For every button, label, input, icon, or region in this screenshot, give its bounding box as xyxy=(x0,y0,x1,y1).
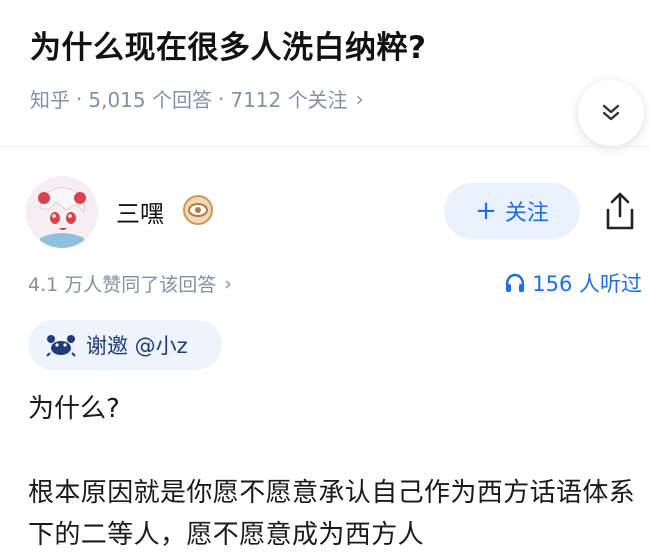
separator-dot: · xyxy=(217,86,225,111)
double-chevron-down-icon xyxy=(602,104,620,121)
separator-dot: · xyxy=(76,86,83,111)
crab-icon xyxy=(46,335,76,357)
author-name[interactable]: 三嘿 xyxy=(116,194,164,229)
invite-label: 谢邀 @小z xyxy=(86,334,188,358)
approvals-link[interactable]: 4.1 万人赞同了该回答 › xyxy=(28,270,232,297)
follow-label: 关注 xyxy=(504,201,549,226)
listen-button[interactable]: 156 人听过 xyxy=(504,268,642,298)
expand-button[interactable] xyxy=(578,80,644,146)
listeners-text: 156 人听过 xyxy=(532,272,642,296)
divider xyxy=(0,146,650,147)
source-label: 知乎 xyxy=(30,88,70,112)
answers-count: 5,015 个回答 xyxy=(88,88,212,112)
question-title[interactable]: 为什么现在很多人洗白纳粹? xyxy=(30,22,426,67)
answer-paragraph: 为什么? xyxy=(28,394,120,424)
approvals-text: 4.1 万人赞同了该回答 xyxy=(28,274,217,296)
avatar-image xyxy=(26,176,98,248)
invite-chip[interactable]: 谢邀 @小z xyxy=(28,320,222,370)
badge-icon[interactable] xyxy=(182,194,214,226)
followers-count: 7112 个关注 xyxy=(230,88,348,112)
question-meta[interactable]: 知乎 · 5,015 个回答 · 7112 个关注 › xyxy=(30,84,364,113)
headphones-icon xyxy=(506,273,525,292)
chevron-right-icon: › xyxy=(224,272,232,295)
follow-button[interactable]: + 关注 xyxy=(444,183,580,239)
share-icon[interactable] xyxy=(600,190,640,234)
avatar[interactable] xyxy=(26,176,98,248)
answer-paragraph: 根本原因就是你愿不愿意承认自己作为西方话语体系下的二等人，愿不愿意成为西方人 xyxy=(28,478,636,550)
plus-icon: + xyxy=(475,196,497,226)
chevron-right-icon: › xyxy=(355,86,364,111)
